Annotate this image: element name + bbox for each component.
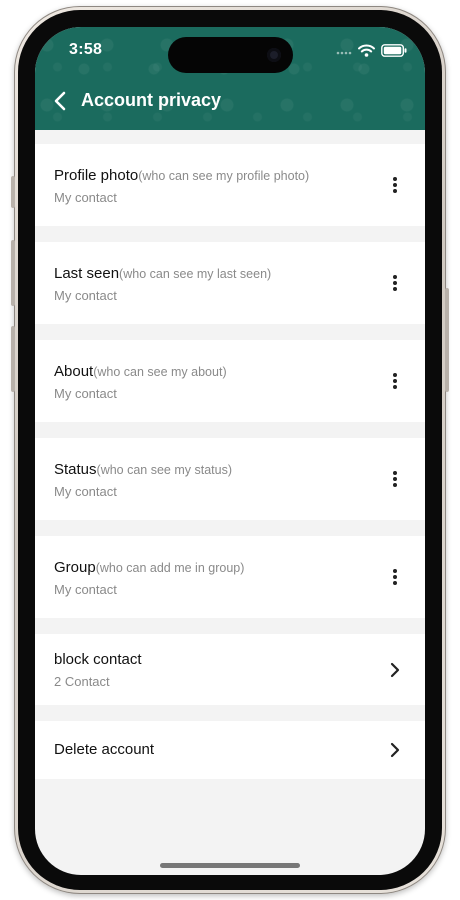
- privacy-item-label-row: About(who can see my about): [54, 363, 227, 381]
- block-contact-chevron: [383, 658, 407, 682]
- status-icons: [336, 43, 407, 57]
- chevron-left-icon: [54, 91, 66, 111]
- delete-account-chevron: [383, 738, 407, 762]
- privacy-item-hint: (who can see my status): [96, 463, 232, 477]
- block-contact-label: block contact: [54, 651, 142, 668]
- battery-icon: [381, 43, 407, 57]
- privacy-item-label: About: [54, 363, 94, 380]
- delete-account-label: Delete account: [54, 741, 155, 758]
- privacy-item-group[interactable]: Group(who can add me in group) My contac…: [35, 536, 425, 618]
- home-indicator[interactable]: [160, 863, 300, 868]
- privacy-item-label-row: Profile photo(who can see my profile pho…: [54, 167, 309, 185]
- page-title: Account privacy: [81, 90, 222, 110]
- privacy-item-menu-button[interactable]: [383, 369, 407, 393]
- chevron-right-icon: [390, 662, 400, 678]
- power-button: [445, 288, 449, 392]
- privacy-item-status[interactable]: Status(who can see my status) My contact: [35, 438, 425, 520]
- privacy-item-menu-button[interactable]: [383, 467, 407, 491]
- privacy-item-value: My contact: [54, 582, 117, 597]
- privacy-item-hint: (who can see my last seen): [119, 267, 272, 281]
- privacy-item-value: My contact: [54, 288, 117, 303]
- privacy-item-value: My contact: [54, 484, 117, 499]
- block-contact-count: 2 Contact: [54, 674, 110, 689]
- privacy-item-label: Profile photo: [54, 167, 139, 184]
- privacy-item-profile-photo[interactable]: Profile photo(who can see my profile pho…: [35, 144, 425, 226]
- chevron-right-icon: [390, 742, 400, 758]
- privacy-item-value: My contact: [54, 190, 117, 205]
- privacy-item-label: Last seen: [54, 265, 120, 282]
- more-vertical-icon: [393, 177, 397, 193]
- privacy-item-label: Group: [54, 559, 96, 576]
- delete-account-item[interactable]: Delete account: [35, 721, 425, 779]
- privacy-item-about[interactable]: About(who can see my about) My contact: [35, 340, 425, 422]
- volume-up-button: [11, 240, 15, 306]
- dynamic-island: [168, 37, 293, 73]
- privacy-item-label-row: Last seen(who can see my last seen): [54, 265, 271, 283]
- privacy-item-hint: (who can see my profile photo): [138, 169, 310, 183]
- privacy-item-label-row: Status(who can see my status): [54, 461, 232, 479]
- more-vertical-icon: [393, 569, 397, 585]
- privacy-item-hint: (who can add me in group): [95, 561, 245, 575]
- privacy-item-menu-button[interactable]: [383, 173, 407, 197]
- action-button: [11, 176, 15, 208]
- back-button[interactable]: [47, 87, 73, 115]
- wifi-icon: [358, 44, 375, 57]
- privacy-item-hint: (who can see my about): [93, 365, 227, 379]
- more-vertical-icon: [393, 275, 397, 291]
- privacy-item-value: My contact: [54, 386, 117, 401]
- front-camera-icon: [267, 48, 281, 62]
- volume-down-button: [11, 326, 15, 392]
- more-vertical-icon: [393, 373, 397, 389]
- privacy-item-menu-button[interactable]: [383, 271, 407, 295]
- app-screen: 3:58 Account privacy Profile photo(who c…: [35, 27, 425, 875]
- privacy-item-label-row: Group(who can add me in group): [54, 559, 244, 577]
- privacy-item-label: Status: [54, 461, 97, 478]
- more-vertical-icon: [393, 471, 397, 487]
- status-time: 3:58: [69, 41, 103, 58]
- app-header: 3:58 Account privacy: [35, 27, 425, 130]
- privacy-item-menu-button[interactable]: [383, 565, 407, 589]
- cellular-signal-icon: [336, 51, 352, 55]
- privacy-item-last-seen[interactable]: Last seen(who can see my last seen) My c…: [35, 242, 425, 324]
- block-contact-item[interactable]: block contact 2 Contact: [35, 634, 425, 705]
